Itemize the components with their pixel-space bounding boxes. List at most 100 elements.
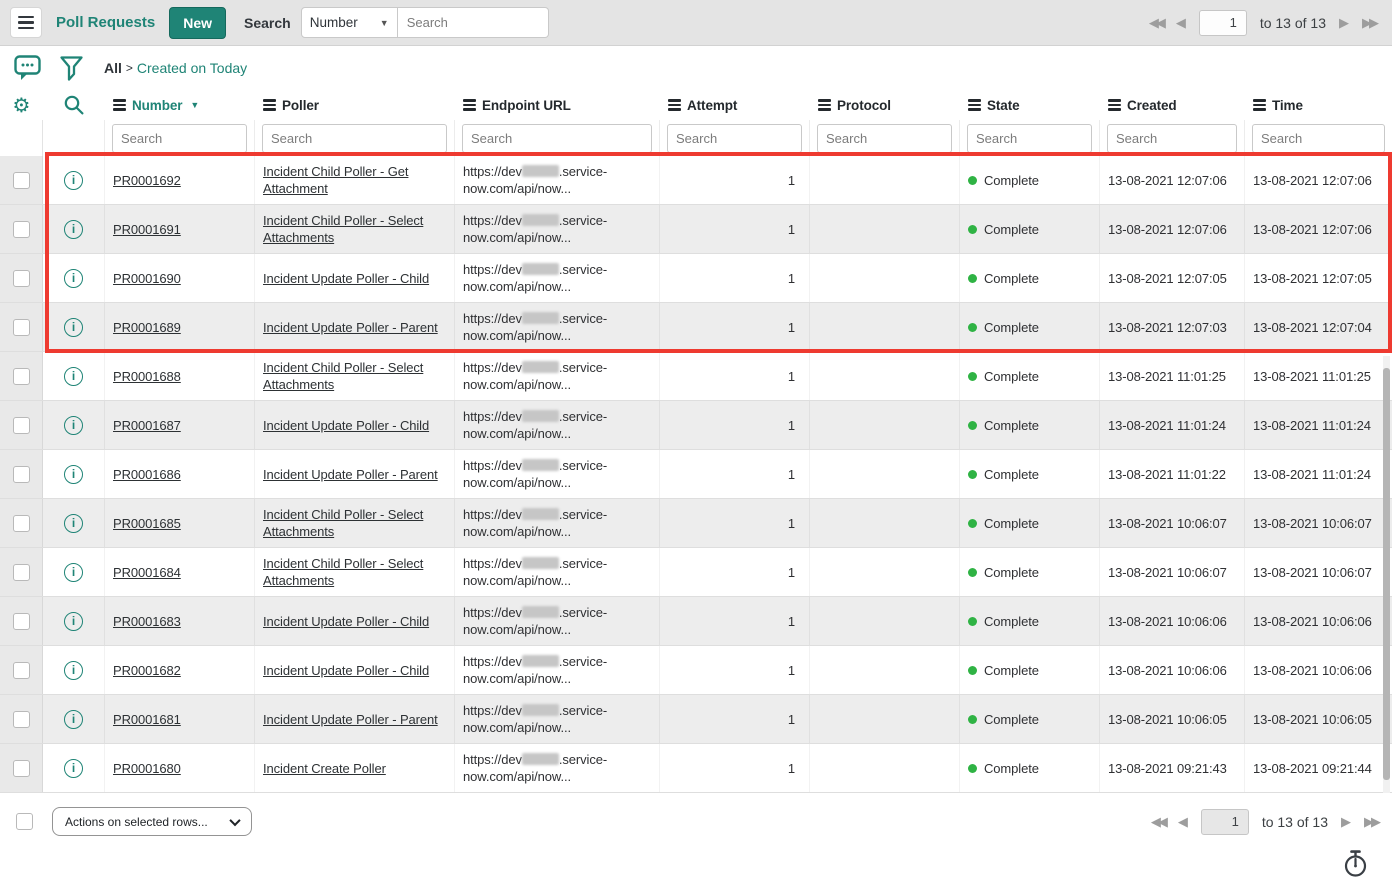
row-checkbox[interactable]: [13, 760, 30, 777]
poller-link[interactable]: Incident Child Poller - Select Attachmen…: [263, 555, 454, 589]
filter-input-state[interactable]: [967, 124, 1092, 153]
row-checkbox[interactable]: [13, 319, 30, 336]
actions-on-selected-rows-select[interactable]: Actions on selected rows...: [52, 807, 252, 836]
record-number-link[interactable]: PR0001686: [113, 466, 181, 483]
filter-input-number[interactable]: [112, 124, 247, 153]
row-checkbox[interactable]: [13, 662, 30, 679]
poller-link[interactable]: Incident Update Poller - Parent: [263, 466, 438, 483]
poller-link[interactable]: Incident Update Poller - Child: [263, 270, 429, 287]
column-filter-row: [0, 120, 1392, 156]
info-icon[interactable]: i: [64, 514, 83, 533]
info-icon[interactable]: i: [64, 318, 83, 337]
filter-input-protocol[interactable]: [817, 124, 952, 153]
poller-link[interactable]: Incident Update Poller - Parent: [263, 319, 438, 336]
response-time-timer-icon[interactable]: [1342, 849, 1369, 881]
poller-link[interactable]: Incident Child Poller - Get Attachment: [263, 163, 454, 197]
created-cell: 13-08-2021 11:01:25: [1100, 352, 1245, 400]
row-checkbox[interactable]: [13, 270, 30, 287]
poller-link[interactable]: Incident Child Poller - Select Attachmen…: [263, 506, 454, 540]
record-number-link[interactable]: PR0001685: [113, 515, 181, 532]
poller-link[interactable]: Incident Child Poller - Select Attachmen…: [263, 212, 454, 246]
poller-link[interactable]: Incident Update Poller - Child: [263, 613, 429, 630]
page-number-input[interactable]: [1199, 10, 1247, 36]
row-checkbox[interactable]: [13, 466, 30, 483]
record-number-link[interactable]: PR0001690: [113, 270, 181, 287]
info-icon[interactable]: i: [64, 171, 83, 190]
column-header-attempt[interactable]: Attempt: [660, 98, 810, 113]
column-header-time[interactable]: Time: [1245, 98, 1392, 113]
poller-link[interactable]: Incident Child Poller - Select Attachmen…: [263, 359, 454, 393]
page-number-input[interactable]: [1201, 809, 1249, 835]
column-header-endpoint-url[interactable]: Endpoint URL: [455, 98, 660, 113]
next-page-icon[interactable]: ▶: [1341, 814, 1351, 830]
breadcrumb-filter-link[interactable]: Created on Today: [137, 60, 247, 76]
attempt-cell: 1: [660, 254, 810, 302]
last-page-icon[interactable]: ▶▶: [1362, 15, 1376, 31]
column-header-protocol[interactable]: Protocol: [810, 98, 960, 113]
last-page-icon[interactable]: ▶▶: [1364, 814, 1378, 830]
row-checkbox[interactable]: [13, 564, 30, 581]
record-number-link[interactable]: PR0001692: [113, 172, 181, 189]
info-icon[interactable]: i: [64, 269, 83, 288]
chat-icon[interactable]: [12, 55, 42, 81]
first-page-icon[interactable]: ◀◀: [1149, 15, 1163, 31]
select-all-checkbox[interactable]: [16, 813, 33, 830]
record-number-link[interactable]: PR0001689: [113, 319, 181, 336]
scrollbar-thumb[interactable]: [1383, 368, 1390, 780]
hamburger-menu-icon[interactable]: [10, 7, 42, 38]
prev-page-icon[interactable]: ◀: [1176, 15, 1186, 31]
column-header-number[interactable]: Number ▼: [105, 98, 255, 113]
row-checkbox[interactable]: [13, 368, 30, 385]
column-header-poller[interactable]: Poller: [255, 98, 455, 113]
row-checkbox[interactable]: [13, 613, 30, 630]
record-number-link[interactable]: PR0001688: [113, 368, 181, 385]
poller-link[interactable]: Incident Update Poller - Parent: [263, 711, 438, 728]
row-checkbox[interactable]: [13, 515, 30, 532]
list-search-icon[interactable]: [43, 94, 105, 116]
first-page-icon[interactable]: ◀◀: [1151, 814, 1165, 830]
column-menu-icon: [668, 99, 681, 110]
column-header-created[interactable]: Created: [1100, 98, 1245, 113]
info-icon[interactable]: i: [64, 220, 83, 239]
record-number-link[interactable]: PR0001684: [113, 564, 181, 581]
filter-input-time[interactable]: [1252, 124, 1385, 153]
global-search-input[interactable]: [398, 7, 549, 38]
info-icon[interactable]: i: [64, 465, 83, 484]
filter-input-created[interactable]: [1107, 124, 1237, 153]
row-checkbox[interactable]: [13, 221, 30, 238]
filter-input-attempt[interactable]: [667, 124, 802, 153]
redacted-instance-name: [522, 312, 559, 324]
row-checkbox[interactable]: [13, 417, 30, 434]
filter-icon[interactable]: [56, 55, 86, 82]
poller-link[interactable]: Incident Update Poller - Child: [263, 662, 429, 679]
poller-link[interactable]: Incident Update Poller - Child: [263, 417, 429, 434]
breadcrumb-all-link[interactable]: All: [104, 60, 122, 76]
record-number-link[interactable]: PR0001683: [113, 613, 181, 630]
info-icon[interactable]: i: [64, 416, 83, 435]
record-number-link[interactable]: PR0001682: [113, 662, 181, 679]
prev-page-icon[interactable]: ◀: [1178, 814, 1188, 830]
row-checkbox[interactable]: [13, 711, 30, 728]
info-icon[interactable]: i: [64, 563, 83, 582]
filter-input-endpoint-url[interactable]: [462, 124, 652, 153]
list-settings-gear-icon[interactable]: ⚙: [0, 95, 43, 115]
poller-link[interactable]: Incident Create Poller: [263, 760, 386, 777]
vertical-scrollbar[interactable]: [1383, 356, 1390, 793]
state-complete-dot: [968, 421, 977, 430]
info-icon[interactable]: i: [64, 661, 83, 680]
record-number-link[interactable]: PR0001687: [113, 417, 181, 434]
search-field-select[interactable]: Number ▼: [301, 7, 398, 38]
filter-input-poller[interactable]: [262, 124, 447, 153]
info-icon[interactable]: i: [64, 759, 83, 778]
next-page-icon[interactable]: ▶: [1339, 15, 1349, 31]
info-icon[interactable]: i: [64, 710, 83, 729]
info-icon[interactable]: i: [64, 367, 83, 386]
new-button[interactable]: New: [169, 7, 226, 39]
info-icon[interactable]: i: [64, 612, 83, 631]
protocol-cell: [810, 450, 960, 498]
record-number-link[interactable]: PR0001691: [113, 221, 181, 238]
column-header-state[interactable]: State: [960, 98, 1100, 113]
record-number-link[interactable]: PR0001681: [113, 711, 181, 728]
row-checkbox[interactable]: [13, 172, 30, 189]
record-number-link[interactable]: PR0001680: [113, 760, 181, 777]
